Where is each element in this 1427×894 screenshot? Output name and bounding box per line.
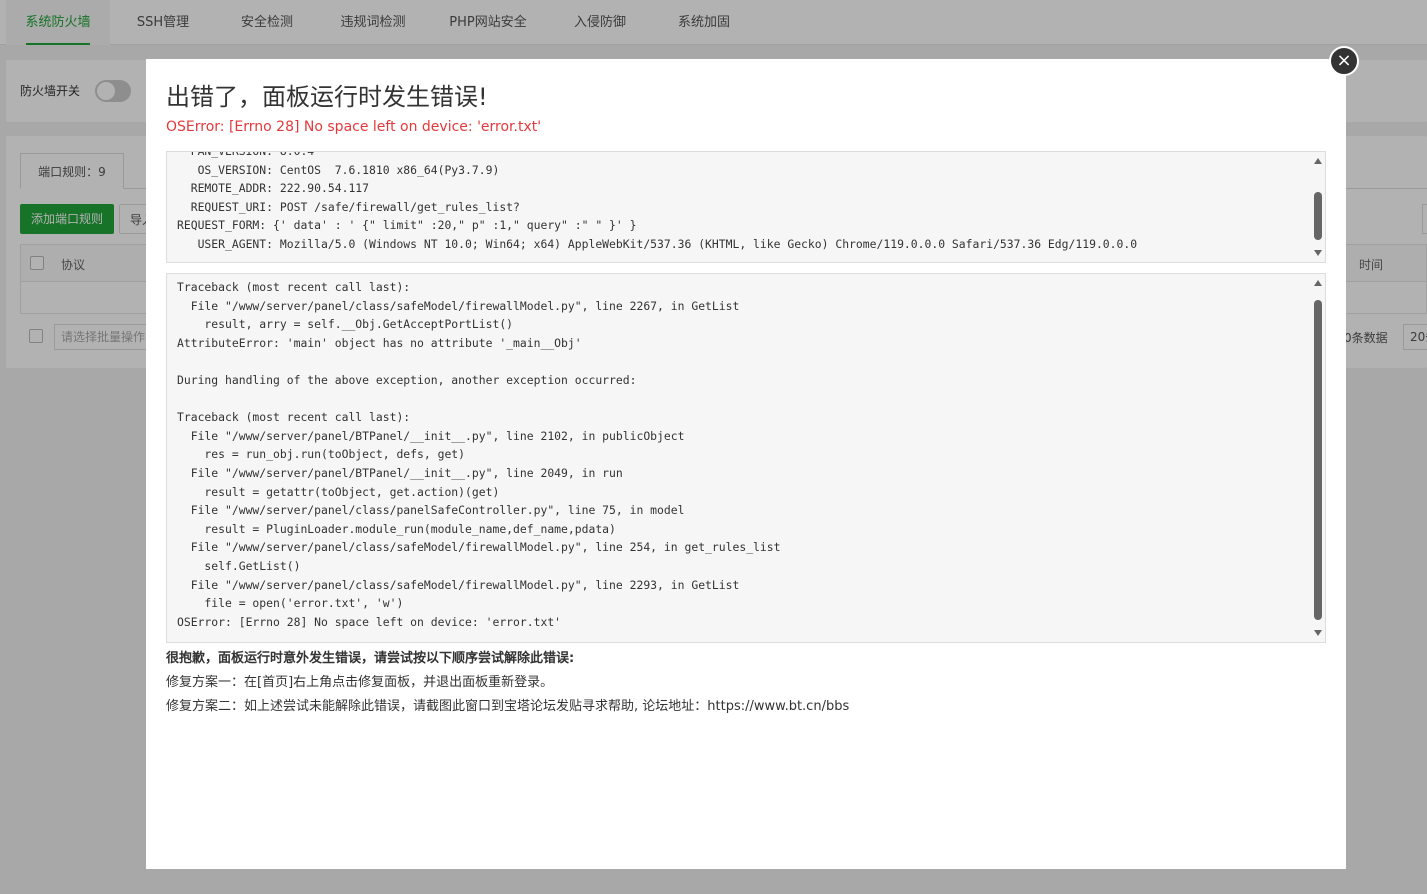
scroll-thumb[interactable] [1314, 192, 1322, 240]
dialog-title: 出错了，面板运行时发生错误! [166, 83, 488, 111]
error-dialog: 出错了，面板运行时发生错误! OSError: [Errno 28] No sp… [146, 59, 1346, 869]
scroll-down-icon[interactable] [1314, 250, 1322, 256]
fix-heading: 很抱歉，面板运行时意外发生错误，请尝试按以下顺序尝试解除此错误: [166, 651, 575, 666]
scroll-down-icon[interactable] [1314, 630, 1322, 636]
traceback-scrollbar[interactable] [1311, 274, 1325, 642]
traceback-box[interactable]: Traceback (most recent call last): File … [166, 273, 1326, 643]
env-info-text: PAN_VERSION: 8.0.4 OS_VERSION: CentOS 7.… [177, 151, 1138, 251]
fix-option-2: 修复方案二：如上述尝试未能解除此错误，请截图此窗口到宝塔论坛发贴寻求帮助, 论坛… [166, 699, 850, 714]
close-icon[interactable]: × [1329, 46, 1359, 76]
scroll-thumb[interactable] [1314, 300, 1322, 620]
scroll-up-icon[interactable] [1314, 280, 1322, 286]
error-message: OSError: [Errno 28] No space left on dev… [166, 119, 542, 135]
env-info-scrollbar[interactable] [1311, 152, 1325, 262]
fix-option-1: 修复方案一：在[首页]右上角点击修复面板，并退出面板重新登录。 [166, 675, 554, 690]
traceback-text: Traceback (most recent call last): File … [177, 280, 781, 629]
scroll-up-icon[interactable] [1314, 158, 1322, 164]
env-info-box[interactable]: PAN_VERSION: 8.0.4 OS_VERSION: CentOS 7.… [166, 151, 1326, 263]
